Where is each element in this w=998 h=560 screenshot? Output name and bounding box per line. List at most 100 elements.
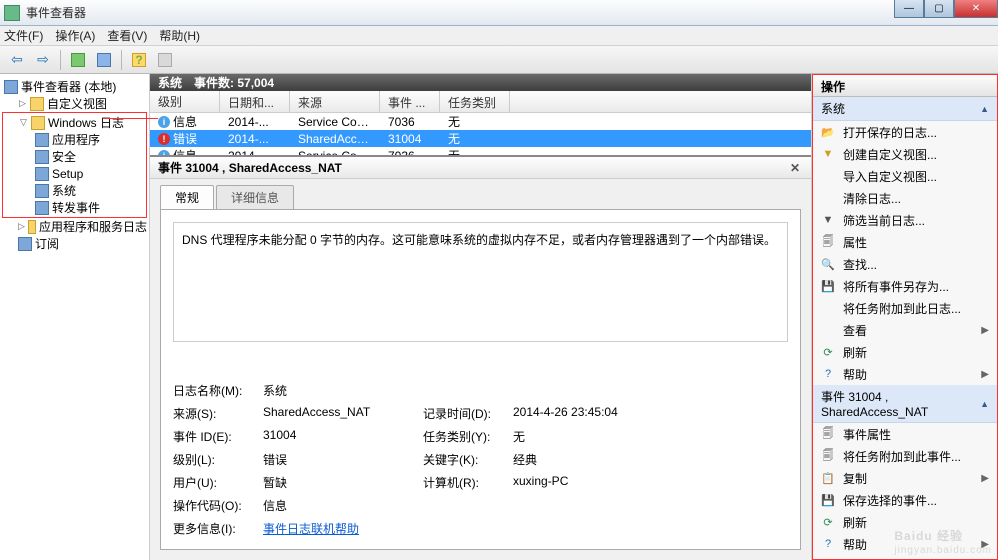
field-label: 记录时间(D):	[423, 405, 513, 422]
field-label: 来源(S):	[173, 405, 263, 422]
action-label: 保存选择的事件...	[843, 492, 937, 509]
action-icon: 🗐	[821, 235, 835, 249]
expand-icon[interactable]: ▷	[18, 222, 25, 231]
submenu-icon: ▶	[981, 473, 989, 484]
tree-windows-logs[interactable]: ▽Windows 日志	[3, 114, 146, 131]
action-label: 事件属性	[843, 426, 891, 443]
action-icon: 📋	[821, 471, 835, 485]
log-icon	[18, 237, 32, 251]
tree-application[interactable]: 应用程序	[3, 131, 146, 148]
menu-help[interactable]: 帮助(H)	[159, 27, 200, 44]
maximize-button[interactable]: ▢	[924, 0, 954, 18]
log-icon	[35, 133, 49, 147]
tool-new-button[interactable]	[67, 49, 89, 71]
action-item[interactable]: 导入自定义视图...	[813, 165, 997, 187]
table-row[interactable]: i信息2014-...Service Con...7036无	[150, 113, 811, 130]
action-icon	[821, 323, 835, 337]
actions-section-event[interactable]: 事件 31004 , SharedAccess_NAT▲	[813, 385, 997, 423]
cell-id: 7036	[380, 149, 440, 158]
menu-file[interactable]: 文件(F)	[4, 27, 43, 44]
action-item[interactable]: 🔍查找...	[813, 253, 997, 275]
extra-icon	[158, 53, 172, 67]
tool-help-button[interactable]: ?	[128, 49, 150, 71]
col-category[interactable]: 任务类别	[440, 91, 510, 112]
window-titlebar: 事件查看器 — ▢ ✕	[0, 0, 998, 26]
nav-back-button[interactable]: ⇦	[6, 49, 28, 71]
action-item[interactable]: 💾保存选择的事件...	[813, 489, 997, 511]
field-value: xuxing-PC	[513, 474, 713, 491]
action-icon: 🗐	[821, 427, 835, 441]
error-icon: !	[158, 133, 170, 145]
cell-category: 无	[440, 130, 510, 147]
tree-system[interactable]: 系统	[3, 182, 146, 199]
tree-label: 安全	[52, 148, 76, 165]
tree-forwarded[interactable]: 转发事件	[3, 199, 146, 216]
toolbar-separator	[60, 50, 61, 70]
detail-close-button[interactable]: ✕	[787, 160, 803, 176]
col-level[interactable]: 级别	[150, 91, 220, 112]
field-value: 系统	[263, 382, 423, 399]
col-source[interactable]: 来源	[290, 91, 380, 112]
toolbar: ⇦ ⇨ ?	[0, 46, 998, 74]
tool-props-button[interactable]	[93, 49, 115, 71]
table-row[interactable]: !错误2014-...SharedAcce...31004无	[150, 130, 811, 147]
log-header-count: 事件数: 57,004	[194, 74, 274, 91]
col-date[interactable]: 日期和...	[220, 91, 290, 112]
action-item[interactable]: ▼创建自定义视图...	[813, 143, 997, 165]
tree-subscriptions[interactable]: 订阅	[2, 235, 147, 252]
action-item[interactable]: 清除日志...	[813, 187, 997, 209]
action-item[interactable]: 将任务附加到此日志...	[813, 297, 997, 319]
action-item[interactable]: 💾 将所有事件另存为...	[813, 275, 997, 297]
action-item[interactable]: ?帮助▶	[813, 533, 997, 555]
event-grid: 级别 日期和... 来源 事件 ... 任务类别 i信息2014-...Serv…	[150, 91, 811, 157]
action-item[interactable]: 📋复制▶	[813, 467, 997, 489]
action-label: 帮助	[843, 536, 867, 553]
folder-icon	[28, 220, 36, 234]
expand-icon[interactable]: ▷	[18, 99, 27, 108]
book-icon	[4, 80, 18, 94]
folder-icon	[31, 116, 45, 130]
action-label: 将所有事件另存为...	[843, 278, 949, 295]
action-item[interactable]: ?帮助▶	[813, 363, 997, 385]
col-id[interactable]: 事件 ...	[380, 91, 440, 112]
tab-general[interactable]: 常规	[160, 185, 214, 209]
cell-source: Service Con...	[290, 115, 380, 129]
detail-pane: 事件 31004 , SharedAccess_NAT ✕ 常规 详细信息 DN…	[150, 157, 811, 560]
detail-content: DNS 代理程序未能分配 0 字节的内存。这可能意味系统的虚拟内存不足，或者内存…	[160, 209, 801, 550]
arrow-left-icon: ⇦	[11, 51, 23, 68]
toolbar-separator	[121, 50, 122, 70]
tree-label: 订阅	[35, 235, 59, 252]
tree-setup[interactable]: Setup	[3, 165, 146, 182]
tool-extra-button[interactable]	[154, 49, 176, 71]
cell-source: Service Con...	[290, 149, 380, 158]
action-item[interactable]: ⟳刷新	[813, 341, 997, 363]
action-label: 属性	[843, 234, 867, 251]
actions-section-system[interactable]: 系统▲	[813, 97, 997, 121]
action-item[interactable]: 查看▶	[813, 319, 997, 341]
nav-forward-button[interactable]: ⇨	[32, 49, 54, 71]
action-item[interactable]: ⟳刷新	[813, 511, 997, 533]
action-item[interactable]: 🗐将任务附加到此事件...	[813, 445, 997, 467]
menu-action[interactable]: 操作(A)	[55, 27, 95, 44]
action-item[interactable]: 🗐 事件属性	[813, 423, 997, 445]
detail-title-bar: 事件 31004 , SharedAccess_NAT ✕	[150, 157, 811, 179]
action-item[interactable]: 🗐 属性	[813, 231, 997, 253]
expand-icon[interactable]: ▽	[19, 118, 28, 127]
close-button[interactable]: ✕	[954, 0, 998, 18]
menu-view[interactable]: 查看(V)	[107, 27, 147, 44]
field-label: 事件 ID(E):	[173, 428, 263, 445]
action-item[interactable]: ▼筛选当前日志...	[813, 209, 997, 231]
action-icon: 💾	[821, 279, 835, 293]
tree-root[interactable]: 事件查看器 (本地)	[2, 78, 147, 95]
tree-security[interactable]: 安全	[3, 148, 146, 165]
tab-details[interactable]: 详细信息	[216, 185, 294, 209]
action-item[interactable]: 📂打开保存的日志...	[813, 121, 997, 143]
actions-section-label: 系统	[821, 100, 845, 117]
tree-custom-views[interactable]: ▷自定义视图	[2, 95, 147, 112]
minimize-button[interactable]: —	[894, 0, 924, 18]
field-value: 2014-4-26 23:45:04	[513, 405, 713, 422]
action-icon: 🔍	[821, 257, 835, 271]
table-row[interactable]: i信息2014-...Service Con...7036无	[150, 147, 811, 157]
tree-app-services[interactable]: ▷应用程序和服务日志	[2, 218, 147, 235]
more-info-link[interactable]: 事件日志联机帮助	[263, 520, 423, 537]
